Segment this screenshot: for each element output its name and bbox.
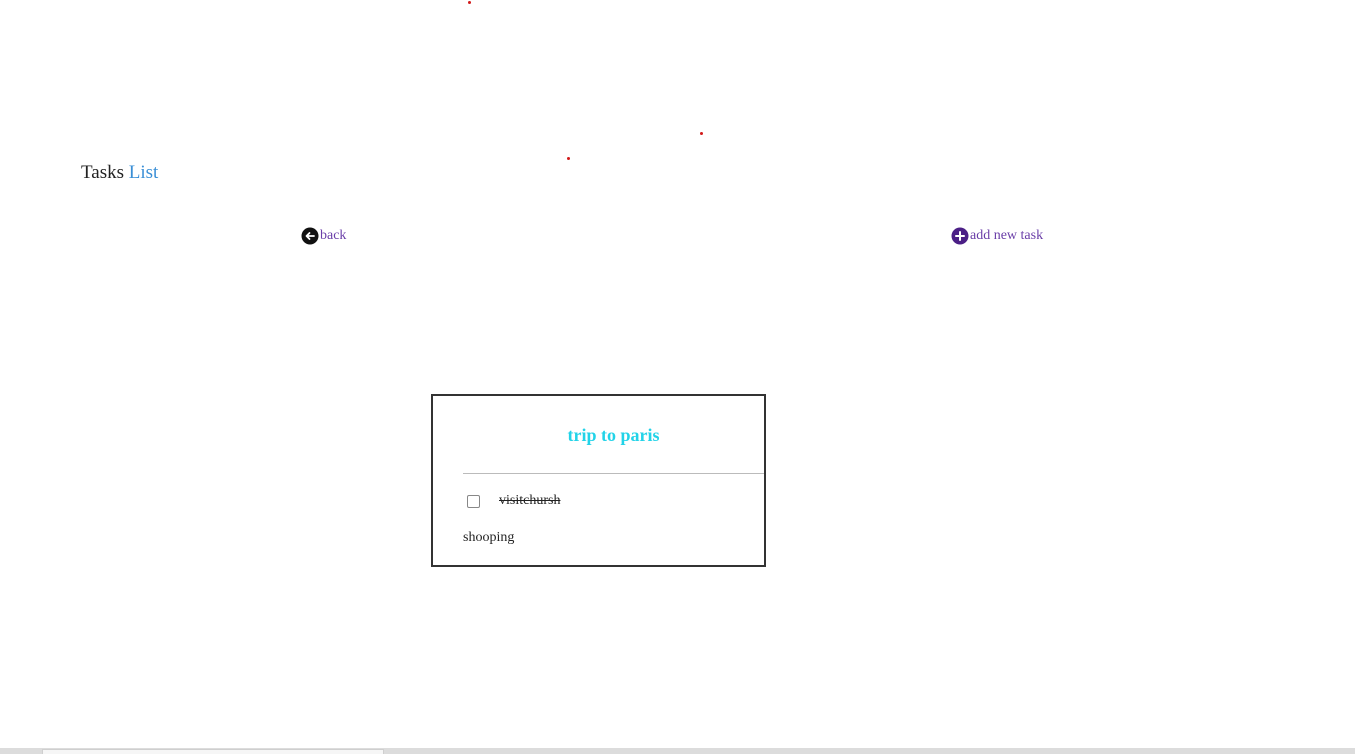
- page-title: Tasks List: [81, 162, 158, 184]
- page-title-main: Tasks: [81, 162, 125, 183]
- card-title: trip to paris: [567, 425, 660, 445]
- page-title-accent: List: [128, 162, 159, 183]
- red-dot-marker: [700, 132, 703, 135]
- list-item: shooping: [463, 530, 515, 545]
- red-dot-marker: [567, 157, 570, 160]
- card-divider: [463, 473, 764, 474]
- task-item[interactable]: visitchursh: [467, 493, 560, 509]
- add-new-task-label: add new task: [970, 228, 1044, 243]
- add-new-task-link[interactable]: add new task: [951, 227, 1043, 245]
- plus-circle-icon: [951, 227, 969, 245]
- task-checkbox[interactable]: [467, 494, 480, 508]
- red-dot-marker: [468, 1, 471, 4]
- back-link[interactable]: back: [301, 227, 346, 245]
- bottom-scrollbar-thumb[interactable]: [42, 749, 384, 754]
- task-list-card: trip to paris visitchursh shooping: [431, 394, 766, 567]
- arrow-left-circle-icon: [301, 227, 319, 245]
- back-link-label: back: [320, 228, 347, 243]
- task-label: visitchursh: [499, 493, 561, 508]
